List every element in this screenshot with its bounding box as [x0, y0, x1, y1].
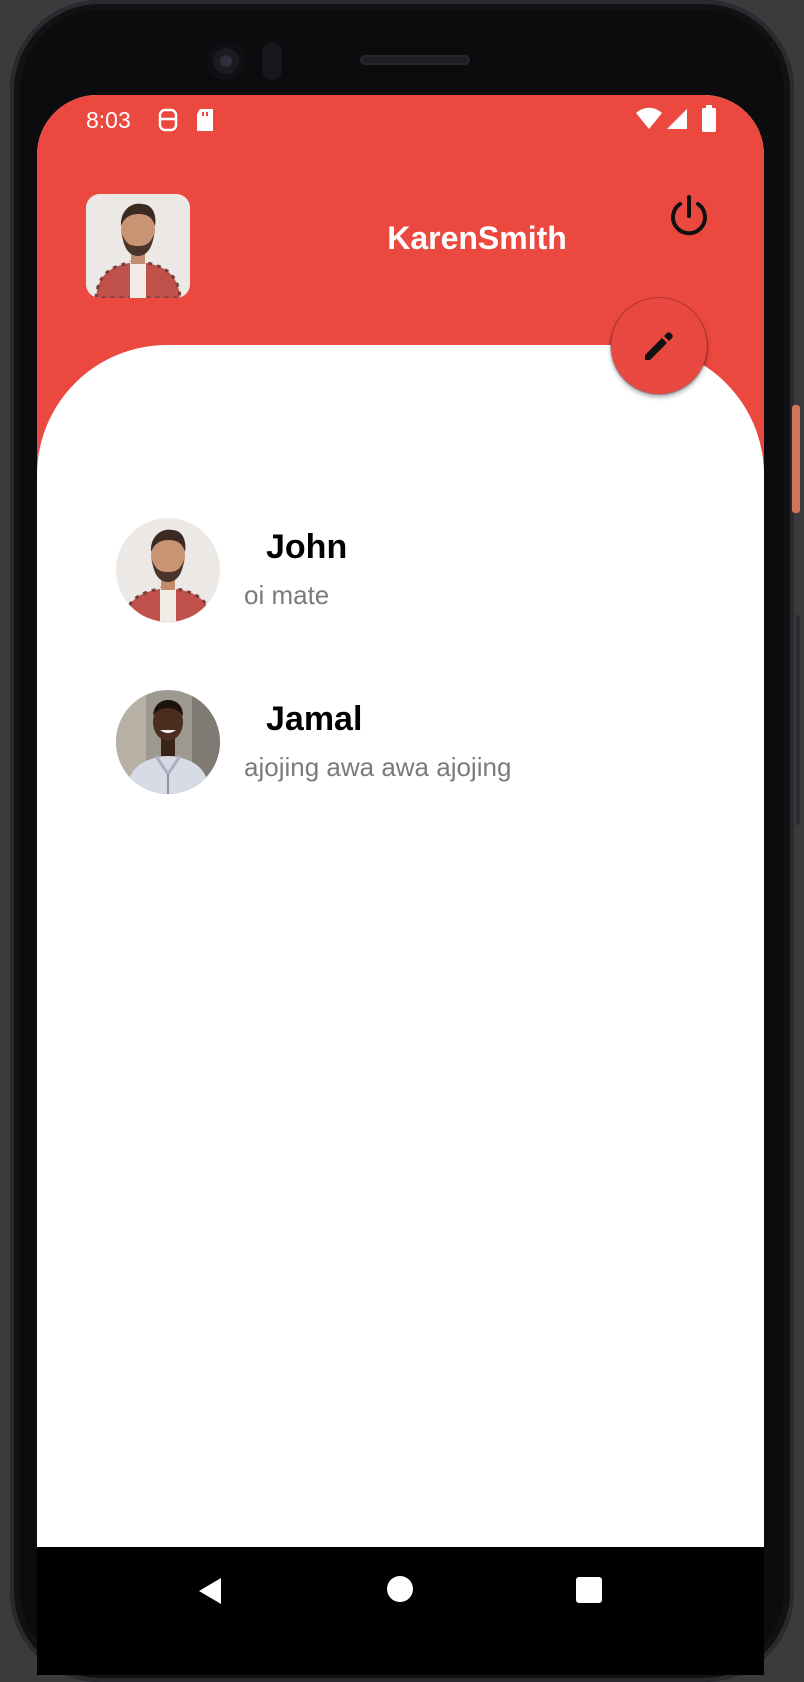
cell-signal-icon: [665, 107, 689, 136]
last-message: ajojing awa awa ajojing: [244, 752, 512, 782]
front-camera: [207, 42, 245, 80]
earpiece-speaker: [360, 55, 470, 65]
status-bar: 8:03: [37, 95, 764, 145]
system-nav-bar: [37, 1547, 764, 1675]
contact-avatar: [116, 690, 220, 794]
chat-list-item[interactable]: Jamal ajojing awa awa ajojing: [37, 690, 764, 810]
sd-card-icon: [194, 107, 216, 138]
sim-toolkit-icon: [157, 107, 179, 138]
home-icon[interactable]: [387, 1576, 413, 1602]
wifi-icon: [635, 107, 663, 136]
power-icon: [671, 195, 707, 236]
contact-name: Jamal: [266, 700, 363, 738]
edit-pencil-icon: [645, 332, 673, 360]
profile-avatar[interactable]: [86, 194, 190, 298]
new-message-button[interactable]: [611, 298, 707, 394]
chat-list-item[interactable]: John oi mate: [37, 518, 764, 638]
contact-name: John: [266, 528, 348, 566]
app-screen: 8:03 KarenSmith John oi mate Jamal ajoji…: [37, 95, 764, 1675]
header-username: KarenSmith: [387, 220, 567, 256]
proximity-sensor: [262, 42, 282, 80]
status-time: 8:03: [86, 107, 131, 133]
logout-button[interactable]: [664, 191, 714, 241]
battery-icon: [701, 105, 717, 138]
power-side-button: [792, 405, 800, 513]
chat-list-card: John oi mate Jamal ajojing awa awa ajoji…: [37, 345, 764, 1675]
contact-avatar: [116, 518, 220, 622]
volume-side-button: [796, 615, 800, 825]
recents-icon[interactable]: [576, 1577, 602, 1603]
back-icon[interactable]: [197, 1577, 223, 1610]
last-message: oi mate: [244, 580, 330, 610]
